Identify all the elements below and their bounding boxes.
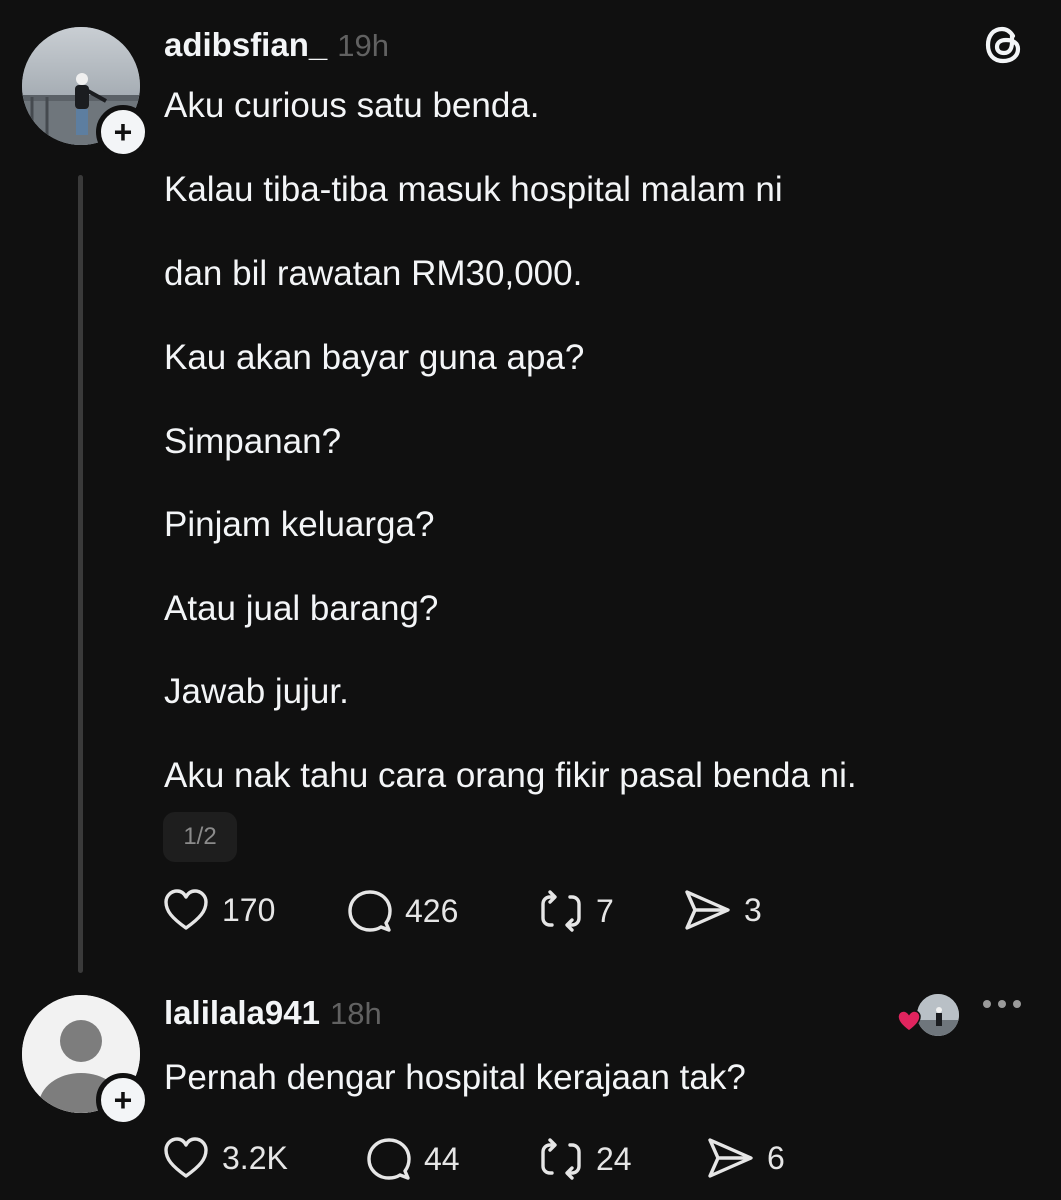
reply-username[interactable]: lalilala941 <box>164 994 320 1031</box>
reply-count: 426 <box>405 892 459 929</box>
reply-reply-button[interactable]: 44 <box>366 1136 460 1182</box>
repost-button[interactable]: 7 <box>538 888 614 934</box>
like-button[interactable]: 170 <box>162 888 275 932</box>
heart-outline-icon <box>164 889 208 930</box>
reply-reply-count: 44 <box>424 1140 460 1177</box>
heart-outline-icon <box>164 1137 208 1178</box>
reply-repost-count: 24 <box>596 1140 632 1177</box>
reply-like-count: 3.2K <box>222 1139 288 1176</box>
post-text-line: Aku curious satu benda. <box>164 86 540 125</box>
threads-logo-icon[interactable] <box>981 22 1027 73</box>
follow-reply-author-button[interactable]: + <box>96 1073 150 1127</box>
author-username[interactable]: adibsfian_ <box>164 26 327 63</box>
more-dots-icon[interactable] <box>983 1000 1021 1008</box>
post-text-line: Atau jual barang? <box>164 589 439 628</box>
post-text-line: Pinjam keluarga? <box>164 505 435 544</box>
repost-arrows-icon <box>541 890 581 932</box>
post-text-line: Simpanan? <box>164 422 342 461</box>
red-heart-icon <box>896 1009 922 1038</box>
reply-like-button[interactable]: 3.2K <box>162 1136 288 1180</box>
speech-bubble-icon <box>367 1138 411 1180</box>
reply-repost-button[interactable]: 24 <box>538 1136 632 1182</box>
thread-connector-line <box>78 175 83 973</box>
post-text-line: Jawab jujur. <box>164 672 349 711</box>
reply-share-button[interactable]: 6 <box>705 1136 785 1180</box>
post-text-line: Aku nak tahu cara orang fikir pasal bend… <box>164 756 857 795</box>
reply-button[interactable]: 426 <box>347 888 458 934</box>
post-text-line: Kalau tiba-tiba masuk hospital malam ni <box>164 170 783 209</box>
plus-icon: + <box>113 114 133 150</box>
repost-count: 7 <box>596 892 614 929</box>
post-header: adibsfian_ 19h <box>164 26 389 64</box>
post-text-line: dan bil rawatan RM30,000. <box>164 254 583 293</box>
carousel-page-indicator: 1/2 <box>163 812 237 862</box>
speech-bubble-icon <box>348 890 392 932</box>
reply-time: 18h <box>329 996 382 1031</box>
follow-author-button[interactable]: + <box>96 105 150 159</box>
repost-arrows-icon <box>541 1138 581 1180</box>
reply-text: Pernah dengar hospital kerajaan tak? <box>164 1058 746 1097</box>
paper-plane-icon <box>708 1138 753 1178</box>
plus-icon: + <box>113 1082 133 1118</box>
post-text-line: Kau akan bayar guna apa? <box>164 338 585 377</box>
reply-header: lalilala941 18h <box>164 994 382 1032</box>
share-count: 3 <box>744 891 762 928</box>
reply-share-count: 6 <box>767 1139 785 1176</box>
share-button[interactable]: 3 <box>682 888 762 932</box>
like-count: 170 <box>222 891 276 928</box>
post-time: 19h <box>337 28 389 63</box>
paper-plane-icon <box>685 890 730 930</box>
